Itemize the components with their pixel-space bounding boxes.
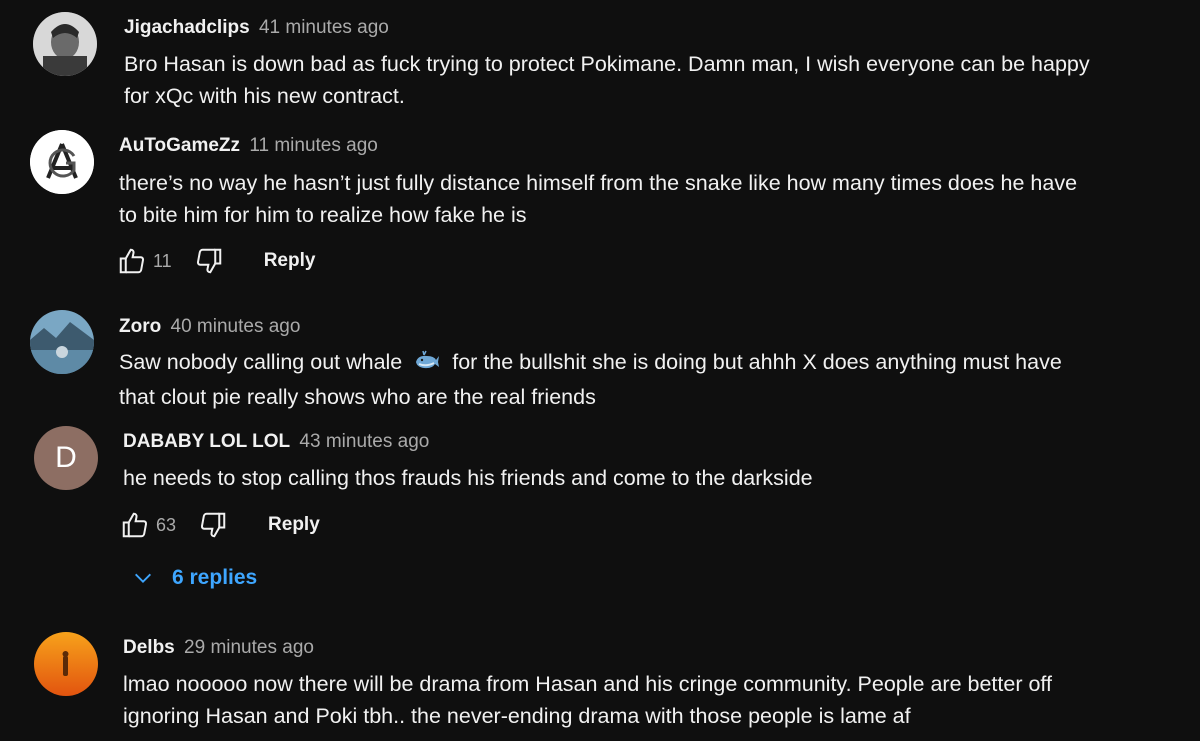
comment-line: for xQc with his new contract.: [124, 84, 405, 108]
avatar-image: [33, 12, 97, 76]
comment-segment: Saw nobody calling out whale: [119, 350, 403, 374]
timestamp[interactable]: 43 minutes ago: [299, 431, 429, 452]
author-name[interactable]: Delbs: [123, 637, 175, 658]
reply-button[interactable]: Reply: [264, 250, 316, 272]
comment-text: he needs to stop calling thos frauds his…: [123, 462, 1123, 494]
avatar[interactable]: [30, 130, 94, 194]
avatar-letter: D: [55, 441, 77, 474]
comment-text: Bro Hasan is down bad as fuck trying to …: [124, 48, 1124, 112]
comment-line: Saw nobody calling out whale for the bul…: [119, 346, 1119, 381]
dislike-icon[interactable]: [194, 246, 224, 276]
comment-text: there’s no way he hasn’t just fully dist…: [119, 167, 1119, 231]
author-name[interactable]: AuToGameZz: [119, 135, 240, 156]
author-name[interactable]: DABABY LOL LOL: [123, 431, 290, 452]
comment-line: Bro Hasan is down bad as fuck trying to …: [124, 52, 1090, 76]
comment-text: Saw nobody calling out whale for the bul…: [119, 346, 1119, 413]
avatar-image: [30, 310, 94, 374]
comment-actions: 63 Reply: [120, 510, 320, 540]
timestamp[interactable]: 41 minutes ago: [259, 17, 389, 38]
comment-line: lmao nooooo now there will be drama from…: [123, 672, 1052, 696]
reply-button[interactable]: Reply: [268, 514, 320, 536]
like-count: 11: [153, 250, 172, 271]
chevron-down-icon: [132, 567, 154, 589]
timestamp[interactable]: 40 minutes ago: [171, 316, 301, 337]
view-replies-button[interactable]: 6 replies: [132, 566, 257, 590]
avatar[interactable]: [33, 12, 97, 76]
comment-line: he needs to stop calling thos frauds his…: [123, 466, 813, 490]
author-name[interactable]: Zoro: [119, 316, 161, 337]
like-icon[interactable]: [117, 246, 147, 276]
like-count: 63: [156, 514, 177, 535]
comment-text: lmao nooooo now there will be drama from…: [123, 668, 1123, 732]
timestamp[interactable]: 11 minutes ago: [249, 135, 378, 156]
comment-actions: 11 Reply: [117, 246, 315, 276]
avatar[interactable]: [30, 310, 94, 374]
avatar[interactable]: D: [34, 426, 98, 490]
comment-segment: for the bullshit she is doing but ahhh X…: [452, 350, 1062, 374]
comment-line: ignoring Hasan and Poki tbh.. the never-…: [123, 704, 911, 728]
replies-label: 6 replies: [172, 566, 258, 589]
comment-line: there’s no way he hasn’t just fully dist…: [119, 171, 1078, 195]
author-name[interactable]: Jigachadclips: [124, 17, 250, 38]
comment-line: that clout pie really shows who are the …: [119, 385, 596, 409]
avatar-image: [34, 632, 98, 696]
like-icon[interactable]: [120, 510, 150, 540]
comment-line: to bite him for him to realize how fake …: [119, 203, 527, 227]
timestamp[interactable]: 29 minutes ago: [184, 637, 314, 658]
avatar[interactable]: [34, 632, 98, 696]
dislike-icon[interactable]: [198, 510, 228, 540]
whale-emoji-icon: [414, 349, 440, 381]
avatar-logo: [30, 130, 94, 194]
